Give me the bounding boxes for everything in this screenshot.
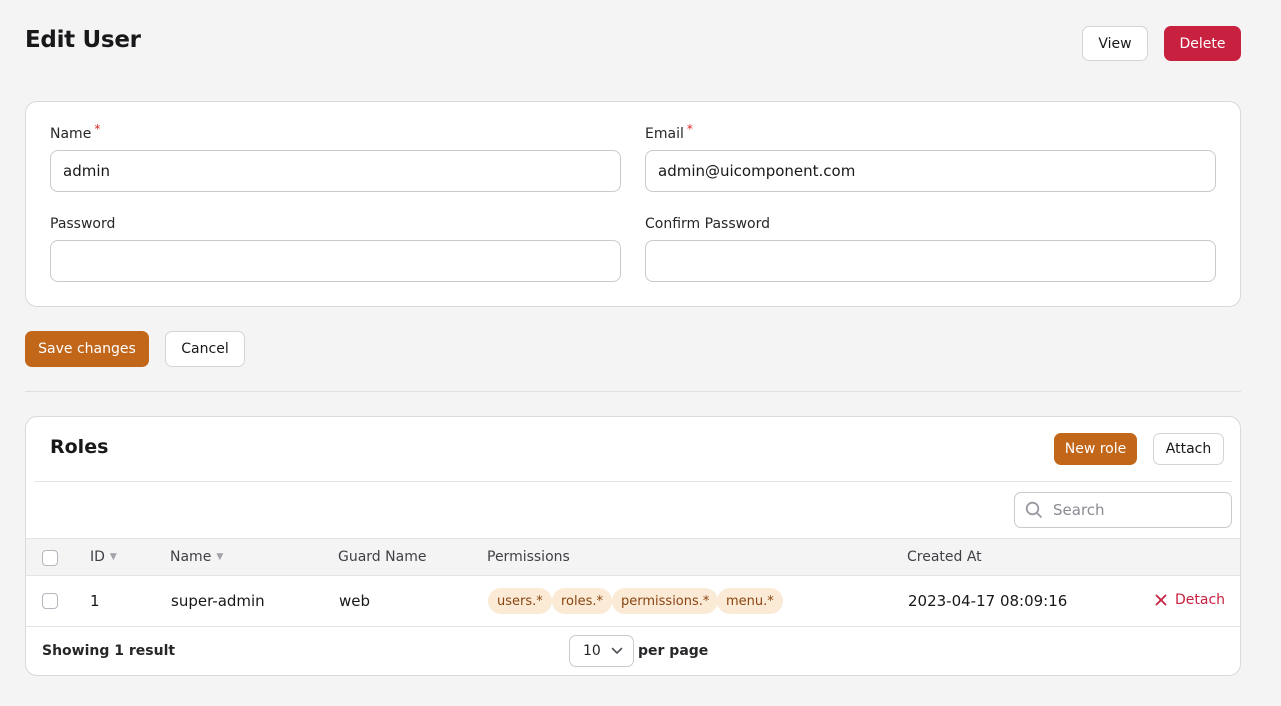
confirm-password-input[interactable] xyxy=(645,240,1216,282)
cell-created-at: 2023-04-17 08:09:16 xyxy=(908,592,1068,610)
email-label: Email * xyxy=(645,122,693,142)
select-all-checkbox[interactable] xyxy=(42,550,58,566)
search-input[interactable]: Search xyxy=(1014,492,1232,528)
password-input[interactable] xyxy=(50,240,621,282)
attach-button[interactable]: Attach xyxy=(1153,433,1224,465)
results-count: Showing 1 result xyxy=(42,643,176,659)
column-guard-name: Guard Name xyxy=(338,549,427,565)
save-changes-button[interactable]: Save changes xyxy=(25,331,149,367)
column-created-at: Created At xyxy=(907,549,982,565)
page-title: Edit User xyxy=(25,27,141,53)
name-label-text: Name xyxy=(50,126,92,142)
view-button[interactable]: View xyxy=(1082,26,1148,61)
column-name-label: Name xyxy=(170,549,212,565)
cancel-button[interactable]: Cancel xyxy=(165,331,245,367)
user-form-card: Name * admin Email * admin@uicomponent.com… xyxy=(25,101,1241,307)
search-placeholder: Search xyxy=(1053,501,1105,519)
detach-button[interactable]: Detach xyxy=(1155,592,1225,608)
x-icon xyxy=(1155,594,1167,606)
per-page-label: per page xyxy=(638,643,709,659)
column-name[interactable]: Name ▼ xyxy=(170,549,223,565)
chevron-down-icon xyxy=(611,647,623,655)
sort-icon: ▼ xyxy=(216,552,224,562)
roles-title: Roles xyxy=(50,436,109,458)
roles-header-divider xyxy=(34,481,1232,482)
table-footer-divider xyxy=(26,626,1240,627)
required-mark: * xyxy=(94,122,101,136)
permission-badge: roles.* xyxy=(552,588,613,614)
permission-badge: permissions.* xyxy=(612,588,719,614)
name-label: Name * xyxy=(50,122,100,142)
table-header: ID ▼ Name ▼ Guard Name Permissions Created… xyxy=(26,538,1240,576)
permission-badge: menu.* xyxy=(717,588,783,614)
detach-label: Detach xyxy=(1175,592,1226,608)
sort-icon: ▼ xyxy=(109,552,117,562)
cell-guard-name: web xyxy=(339,592,371,610)
permission-badge: users.* xyxy=(488,588,552,614)
column-id-label: ID xyxy=(90,549,105,565)
delete-button[interactable]: Delete xyxy=(1164,26,1241,61)
email-input[interactable]: admin@uicomponent.com xyxy=(645,150,1216,192)
cell-id: 1 xyxy=(90,592,100,610)
per-page-value: 10 xyxy=(583,643,601,659)
email-label-text: Email xyxy=(645,126,684,142)
cell-name: super-admin xyxy=(171,592,265,610)
column-id[interactable]: ID ▼ xyxy=(90,549,117,565)
search-icon xyxy=(1025,501,1043,519)
required-mark: * xyxy=(686,122,693,136)
name-input[interactable]: admin xyxy=(50,150,621,192)
per-page-select[interactable]: 10 xyxy=(569,635,634,667)
confirm-password-label: Confirm Password xyxy=(645,216,771,232)
row-checkbox[interactable] xyxy=(42,593,58,609)
section-divider xyxy=(25,391,1241,392)
password-label: Password xyxy=(50,216,116,232)
column-permissions: Permissions xyxy=(487,549,570,565)
new-role-button[interactable]: New role xyxy=(1054,433,1137,465)
